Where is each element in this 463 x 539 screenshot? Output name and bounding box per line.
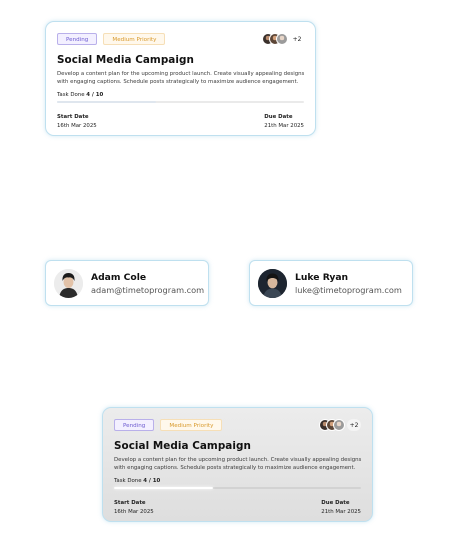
task-progress-text: Task Done 4 / 10 [57,92,304,98]
more-assignees-count: +2 [290,33,304,45]
progress-bar [114,487,361,489]
task-card-hovered[interactable]: Pending Medium Priority +2 Social Media … [102,407,373,522]
assignee-avatars[interactable]: +2 [319,419,361,431]
progress-fill [57,101,156,103]
progress-fill [114,487,213,489]
card-title: Social Media Campaign [57,54,194,66]
priority-badge: Medium Priority [103,33,166,45]
due-date: Due Date 21th Mar 2025 [264,113,304,131]
due-date-label: Due Date [321,500,350,506]
card-title: Social Media Campaign [114,440,251,452]
task-label: Task Done [57,92,85,98]
assignee-avatar [333,419,345,431]
start-date-label: Start Date [57,114,89,120]
avatar [54,268,83,298]
avatar [258,268,287,298]
start-date-value: 16th Mar 2025 [114,509,154,515]
user-card[interactable]: Adam Cole adam@timetoprogram.com [45,260,209,306]
status-badge: Pending [57,33,98,45]
card-description: Develop a content plan for the upcoming … [114,457,362,471]
card-header: Pending Medium Priority +2 [114,417,361,433]
start-date-label: Start Date [114,500,146,506]
card-dates: Start Date 16th Mar 2025 Due Date 21th M… [114,499,361,517]
user-card[interactable]: Luke Ryan luke@timetoprogram.com [249,260,413,306]
due-date-value: 21th Mar 2025 [264,123,304,129]
task-card[interactable]: Pending Medium Priority +2 Social Media … [45,21,316,136]
start-date: Start Date 16th Mar 2025 [57,113,97,131]
task-label: Task Done [114,478,142,484]
priority-badge: Medium Priority [160,419,223,431]
status-badge: Pending [114,419,155,431]
more-assignees-count: +2 [347,419,361,431]
assignee-avatars[interactable]: +2 [262,33,304,45]
user-name: Luke Ryan [295,271,349,283]
user-info: Luke Ryan luke@timetoprogram.com [295,272,402,295]
task-progress-text: Task Done 4 / 10 [114,478,361,484]
due-date: Due Date 21th Mar 2025 [321,499,361,517]
progress-bar [57,101,304,103]
user-info: Adam Cole adam@timetoprogram.com [91,272,204,295]
card-dates: Start Date 16th Mar 2025 Due Date 21th M… [57,113,304,131]
start-date-value: 16th Mar 2025 [57,123,97,129]
assignee-avatar [276,33,288,45]
card-description: Develop a content plan for the upcoming … [57,71,305,85]
start-date: Start Date 16th Mar 2025 [114,499,154,517]
user-email: luke@timetoprogram.com [295,284,402,295]
task-count: 4 / 10 [86,92,104,98]
user-name: Adam Cole [91,271,147,283]
task-count: 4 / 10 [143,478,161,484]
user-email: adam@timetoprogram.com [91,284,205,295]
due-date-value: 21th Mar 2025 [321,509,361,515]
card-header: Pending Medium Priority +2 [57,31,304,47]
due-date-label: Due Date [264,114,293,120]
